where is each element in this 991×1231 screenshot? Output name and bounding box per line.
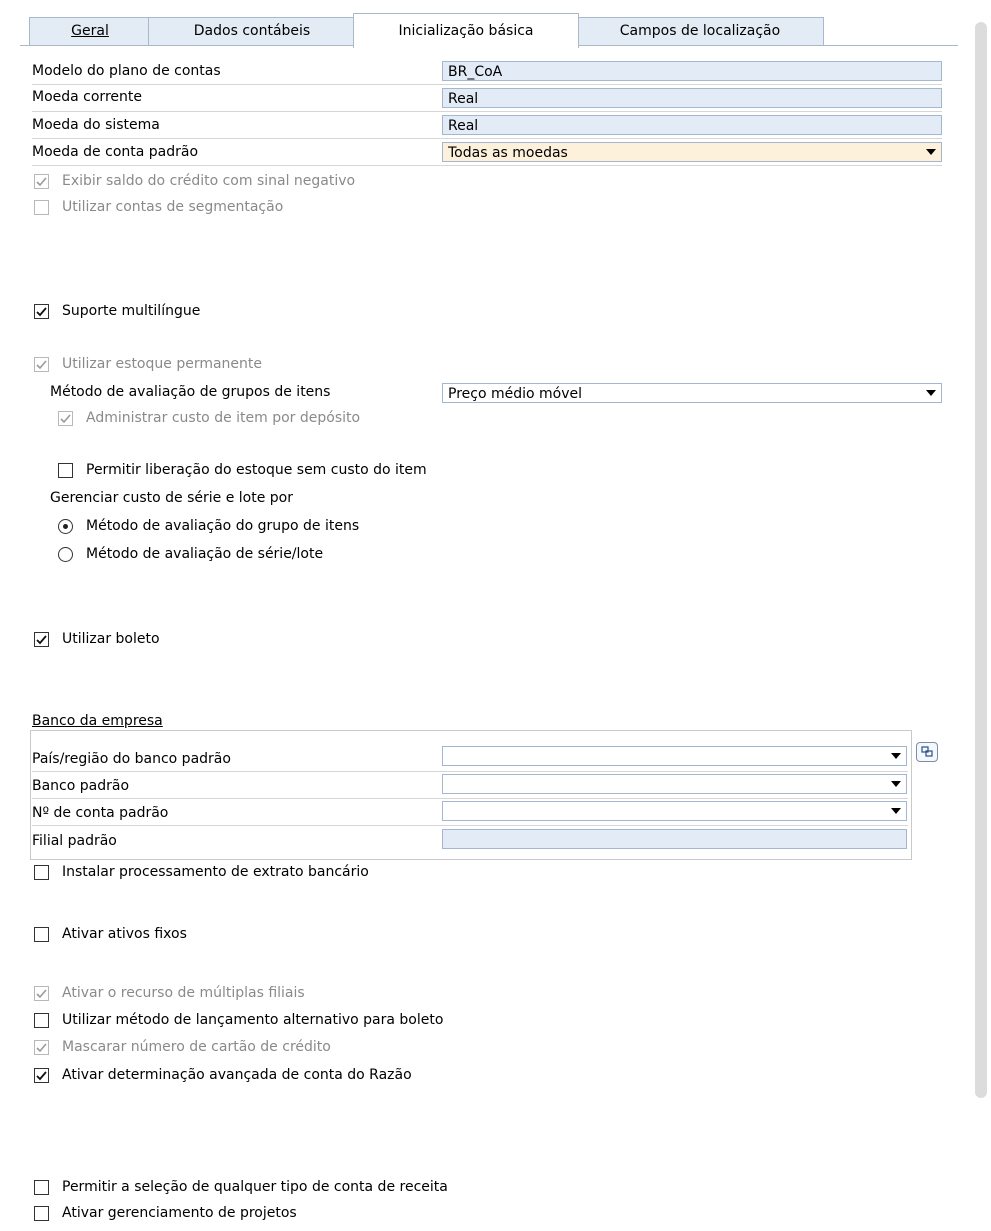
row-divider bbox=[32, 138, 942, 139]
radio-serial-batch-valuation-label: Método de avaliação de série/lote bbox=[86, 546, 324, 562]
bank-statement-label: Instalar processamento de extrato bancár… bbox=[62, 864, 369, 880]
default-account-currency-label: Moeda de conta padrão bbox=[32, 144, 199, 160]
release-no-cost-label: Permitir liberação do estoque sem custo … bbox=[86, 462, 427, 478]
segmentation-label: Utilizar contas de segmentação bbox=[62, 199, 284, 215]
tab-strip: Geral Dados contábeis Inicialização bási… bbox=[20, 0, 960, 48]
multiple-branches-checkbox[interactable] bbox=[34, 986, 49, 1001]
use-boleto-label: Utilizar boleto bbox=[62, 631, 160, 647]
segmentation-checkbox[interactable] bbox=[34, 200, 49, 215]
checkmark-icon bbox=[36, 1043, 47, 1053]
checkmark-icon bbox=[36, 360, 47, 370]
checkmark-icon bbox=[36, 307, 47, 317]
valuation-label: Método de avaliação de grupos de itens bbox=[50, 384, 331, 400]
advanced-gl-label: Ativar determinação avançada de conta do… bbox=[62, 1067, 412, 1083]
default-bank-label: Banco padrão bbox=[32, 778, 130, 794]
row-divider bbox=[32, 165, 942, 166]
default-bank-select[interactable] bbox=[442, 774, 907, 794]
row-divider bbox=[32, 84, 942, 85]
fixed-assets-label: Ativar ativos fixos bbox=[62, 926, 187, 942]
cost-by-warehouse-checkbox[interactable] bbox=[58, 411, 73, 426]
vertical-scrollbar[interactable] bbox=[975, 22, 987, 1098]
multilanguage-checkbox[interactable] bbox=[34, 304, 49, 319]
checkmark-icon bbox=[36, 635, 47, 645]
tab-geral[interactable]: Geral bbox=[29, 17, 151, 45]
local-currency-field[interactable]: Real bbox=[442, 88, 942, 108]
alt-posting-boleto-label: Utilizar método de lançamento alternativ… bbox=[62, 1012, 444, 1028]
chevron-down-icon bbox=[926, 149, 936, 155]
mask-credit-card-checkbox[interactable] bbox=[34, 1040, 49, 1055]
checkmark-icon bbox=[60, 414, 71, 424]
release-no-cost-checkbox[interactable] bbox=[58, 463, 73, 478]
valuation-select[interactable]: Preço médio móvel bbox=[442, 383, 942, 403]
bank-heading: Banco da empresa bbox=[32, 713, 163, 729]
chevron-down-icon bbox=[926, 390, 936, 396]
fixed-assets-checkbox[interactable] bbox=[34, 927, 49, 942]
radio-group-valuation[interactable] bbox=[58, 519, 73, 534]
perpetual-inventory-checkbox[interactable] bbox=[34, 357, 49, 372]
mask-credit-card-label: Mascarar número de cartão de crédito bbox=[62, 1039, 331, 1055]
account-no-label: Nº de conta padrão bbox=[32, 805, 169, 821]
system-currency-label: Moeda do sistema bbox=[32, 117, 160, 133]
project-management-label: Ativar gerenciamento de projetos bbox=[62, 1205, 297, 1221]
checkmark-icon bbox=[36, 177, 47, 187]
default-account-currency-select[interactable]: Todas as moedas bbox=[442, 142, 942, 162]
valuation-value: Preço médio móvel bbox=[448, 386, 583, 402]
chevron-down-icon bbox=[891, 781, 901, 787]
tab-campos-localizacao[interactable]: Campos de localização bbox=[576, 17, 824, 45]
row-divider bbox=[32, 111, 942, 112]
credit-negative-checkbox[interactable] bbox=[34, 174, 49, 189]
credit-negative-label: Exibir saldo do crédito com sinal negati… bbox=[62, 173, 356, 189]
chart-template-field[interactable]: BR_CoA bbox=[442, 61, 942, 81]
branch-field[interactable] bbox=[442, 829, 907, 849]
chevron-down-icon bbox=[891, 808, 901, 814]
row-divider bbox=[32, 825, 908, 826]
checkmark-icon bbox=[36, 1071, 47, 1081]
checkmark-icon bbox=[36, 989, 47, 999]
system-currency-field[interactable]: Real bbox=[442, 115, 942, 135]
alt-posting-boleto-checkbox[interactable] bbox=[34, 1013, 49, 1028]
advanced-gl-checkbox[interactable] bbox=[34, 1068, 49, 1083]
use-boleto-checkbox[interactable] bbox=[34, 632, 49, 647]
bank-country-label: País/região do banco padrão bbox=[32, 751, 231, 767]
radio-dot bbox=[63, 524, 68, 529]
chart-template-label: Modelo do plano de contas bbox=[32, 63, 221, 79]
cost-by-warehouse-label: Administrar custo de item por depósito bbox=[86, 410, 361, 426]
any-revenue-account-checkbox[interactable] bbox=[34, 1180, 49, 1195]
serial-batch-heading: Gerenciar custo de série e lote por bbox=[50, 490, 293, 506]
row-divider bbox=[32, 771, 908, 772]
bank-country-select[interactable] bbox=[442, 746, 907, 766]
multiple-branches-label: Ativar o recurso de múltiplas filiais bbox=[62, 985, 305, 1001]
multilanguage-label: Suporte multilíngue bbox=[62, 303, 201, 319]
project-management-checkbox[interactable] bbox=[34, 1206, 49, 1221]
tab-dados-contabeis[interactable]: Dados contábeis bbox=[148, 17, 356, 45]
any-revenue-account-label: Permitir a seleção de qualquer tipo de c… bbox=[62, 1179, 448, 1195]
bank-statement-checkbox[interactable] bbox=[34, 865, 49, 880]
branch-label: Filial padrão bbox=[32, 833, 117, 849]
row-divider bbox=[32, 798, 908, 799]
tab-inicializacao-basica[interactable]: Inicialização básica bbox=[353, 13, 579, 48]
local-currency-label: Moeda corrente bbox=[32, 89, 142, 105]
perpetual-inventory-label: Utilizar estoque permanente bbox=[62, 356, 263, 372]
radio-serial-batch-valuation[interactable] bbox=[58, 547, 73, 562]
link-icon[interactable] bbox=[916, 742, 938, 762]
radio-group-valuation-label: Método de avaliação do grupo de itens bbox=[86, 518, 360, 534]
default-account-currency-value: Todas as moedas bbox=[448, 145, 568, 161]
account-no-select[interactable] bbox=[442, 801, 907, 821]
chevron-down-icon bbox=[891, 753, 901, 759]
